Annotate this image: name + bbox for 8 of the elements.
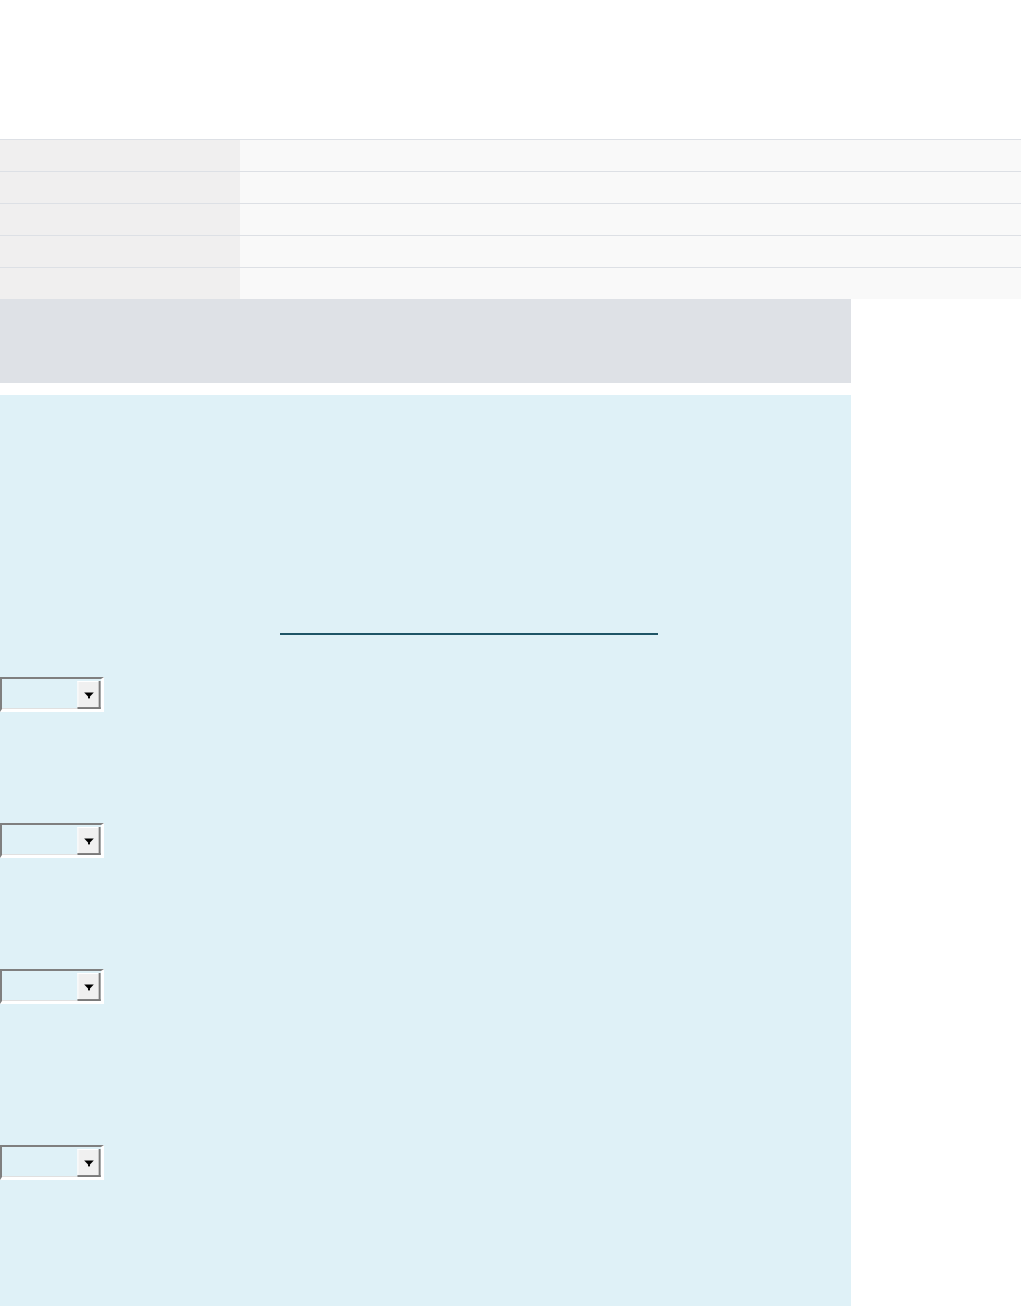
- caret-icon: [77, 681, 101, 709]
- dropdown[interactable]: [0, 1145, 104, 1180]
- caret-icon: [77, 827, 101, 855]
- dropdown[interactable]: [0, 823, 104, 858]
- caret-icon: [77, 973, 101, 1001]
- dropdown[interactable]: [0, 969, 104, 1004]
- caret-icon: [77, 1149, 101, 1177]
- dropdown[interactable]: [0, 677, 104, 712]
